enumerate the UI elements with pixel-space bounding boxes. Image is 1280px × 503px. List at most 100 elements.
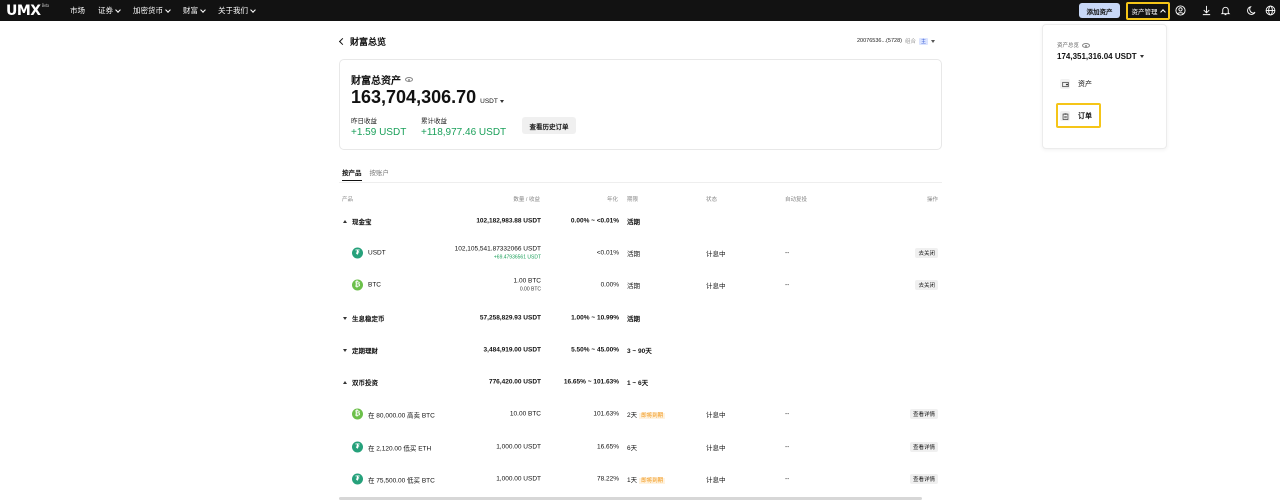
- panel-total-label: 资产总览: [1057, 43, 1080, 49]
- column-header-amount: 数量 / 收益: [513, 197, 540, 203]
- globe-icon[interactable]: [1265, 5, 1276, 16]
- account-selector[interactable]: 20076536...(5728) 组合 主: [857, 37, 935, 45]
- column-header-status: 状态: [706, 197, 718, 203]
- total-assets-heading: 财富总资产: [351, 72, 413, 87]
- eye-icon[interactable]: [1082, 42, 1091, 48]
- product-amount: 102,105,541.87332066 USDT +69.47936561 US…: [455, 246, 541, 261]
- column-header-term: 期限: [627, 197, 639, 203]
- nav-item-1[interactable]: 证券: [98, 5, 121, 16]
- product-name: ₿ BTC: [352, 279, 381, 291]
- row-action-button[interactable]: 查看详情: [909, 442, 938, 452]
- product-name-label: 在 80,000.00 高卖 BTC: [368, 412, 435, 419]
- chevron-down-icon: [250, 6, 256, 13]
- asset-management-menu-button[interactable]: 资产管理: [1126, 2, 1170, 20]
- column-header-apy: 年化: [606, 197, 618, 203]
- row-action-button[interactable]: 去关闭: [915, 248, 938, 258]
- row-action-button[interactable]: 查看详情: [909, 409, 938, 419]
- amount-value: 10.00 BTC: [509, 410, 541, 418]
- moon-icon[interactable]: [1246, 5, 1257, 16]
- bell-icon[interactable]: [1220, 5, 1231, 16]
- auto-reinvest-value: --: [785, 249, 790, 257]
- product-name-label: BTC: [368, 281, 381, 289]
- group-amount: 102,182,983.88 USDT: [476, 217, 541, 225]
- usdt-coin-icon: ₮: [352, 473, 363, 485]
- collapse-caret-icon[interactable]: [343, 219, 347, 223]
- view-history-orders-button[interactable]: 查看历史订单: [522, 117, 576, 134]
- brand-logo[interactable]: UMXBeta: [6, 3, 49, 19]
- status-value: 计息中: [706, 412, 726, 419]
- cumulative-earnings-label: 累计收益: [421, 118, 447, 125]
- page-header: 财富总览: [338, 35, 386, 48]
- row-action-button[interactable]: 查看详情: [909, 474, 938, 484]
- nav-item-3[interactable]: 财富: [183, 5, 206, 16]
- panel-item-assets-label: 资产: [1078, 81, 1092, 88]
- panel-item-assets[interactable]: 资产: [1060, 79, 1092, 89]
- product-amount: 10.00 BTC: [510, 411, 541, 418]
- nav-item-2[interactable]: 加密货币: [133, 5, 171, 16]
- row-action-button[interactable]: 去关闭: [915, 280, 938, 290]
- status-value: 计息中: [706, 283, 726, 290]
- download-icon[interactable]: [1201, 5, 1212, 16]
- product-amount: 1,000.00 USDT: [496, 476, 541, 483]
- horizontal-scrollbar[interactable]: [339, 497, 922, 500]
- chevron-down-icon: [115, 6, 121, 13]
- product-name-label: USDT: [368, 249, 386, 257]
- apy-value: 0.00%: [600, 281, 619, 289]
- group-row[interactable]: 生息稳定币 57,258,829.93 USDT 1.00% ~ 10.99% 活期: [339, 302, 942, 334]
- back-arrow-icon[interactable]: [338, 37, 347, 46]
- yesterday-earnings: 昨日收益 +1.59 USDT: [351, 115, 406, 138]
- apy-value: 101.63%: [593, 410, 619, 418]
- term-label: 6天: [627, 445, 638, 452]
- wealth-summary-card: 财富总资产 163,704,306.70 USDT 昨日收益 +1.59 USD…: [339, 59, 942, 150]
- term-label: 活期: [627, 219, 640, 226]
- group-name-label: 现金宝: [352, 219, 372, 226]
- nav-item-0[interactable]: 市场: [70, 5, 85, 16]
- term-label: 2天: [627, 412, 638, 419]
- btc-coin-icon: ₿: [352, 279, 363, 291]
- logo-beta-tag: Beta: [41, 3, 50, 8]
- group-amount: 776,420.00 USDT: [488, 378, 541, 386]
- group-row[interactable]: 双币投资 776,420.00 USDT 16.65% ~ 101.63% 1 ~ 6…: [339, 366, 942, 398]
- caret-down-icon: [1139, 55, 1144, 58]
- group-name: 现金宝: [343, 216, 372, 226]
- currency-label: USDT: [480, 98, 498, 105]
- nav-item-label: 关于我们: [218, 6, 248, 15]
- cumulative-earnings: 累计收益 +118,977.46 USDT: [421, 115, 506, 138]
- nav-item-4[interactable]: 关于我们: [218, 5, 256, 16]
- top-navigation-bar: UMXBeta 市场 证券 加密货币 财富 关于我们 添加资产 资产管理: [0, 0, 1280, 21]
- yesterday-earnings-label: 昨日收益: [351, 118, 377, 125]
- panel-total[interactable]: 174,351,316.04 USDT: [1057, 52, 1144, 61]
- apy-value: 0.00% ~ <0.01%: [570, 217, 619, 225]
- add-asset-button[interactable]: 添加资产: [1079, 3, 1120, 18]
- currency-selector[interactable]: USDT: [480, 98, 504, 105]
- amount-value: 1,000.00 USDT: [496, 443, 541, 451]
- amount-value: 1,000.00 USDT: [496, 475, 541, 483]
- user-icon[interactable]: [1175, 5, 1186, 16]
- status-value: 计息中: [706, 251, 726, 258]
- term-value: 活期: [627, 280, 640, 290]
- group-row[interactable]: 定期理财 3,484,919.00 USDT 5.50% ~ 45.00% 3 ~ 9…: [339, 334, 942, 366]
- chevron-down-icon: [200, 6, 206, 13]
- account-id: 20076536...(5728): [857, 38, 902, 44]
- term-value: 2天 即将到期: [627, 409, 666, 419]
- product-name-label: 在 2,120.00 低买 ETH: [368, 445, 432, 452]
- tab-by-account[interactable]: 按账户: [370, 167, 390, 181]
- collapse-caret-icon[interactable]: [343, 380, 347, 384]
- total-assets-value: 163,704,306.70: [351, 87, 477, 107]
- group-amount: 57,258,829.93 USDT: [479, 314, 541, 322]
- auto-reinvest-value: --: [785, 281, 790, 289]
- column-header-auto-reinvest: 自动复投: [785, 197, 808, 203]
- expand-caret-icon[interactable]: [343, 316, 347, 320]
- logo-text: UMX: [6, 3, 41, 19]
- group-name-label: 双币投资: [352, 380, 378, 387]
- eye-icon[interactable]: [405, 77, 413, 82]
- term-label: 活期: [627, 283, 640, 290]
- tab-by-product[interactable]: 按产品: [342, 167, 362, 181]
- main-nav: 市场 证券 加密货币 财富 关于我们: [70, 0, 256, 21]
- asset-management-label: 资产管理: [1131, 9, 1158, 16]
- apy-value: 16.65%: [596, 443, 619, 451]
- nav-item-label: 市场: [70, 6, 85, 15]
- group-row[interactable]: 现金宝 102,182,983.88 USDT 0.00% ~ <0.01% 活期: [339, 205, 942, 237]
- apy-value: 1.00% ~ 10.99%: [571, 314, 619, 322]
- expand-caret-icon[interactable]: [343, 348, 347, 352]
